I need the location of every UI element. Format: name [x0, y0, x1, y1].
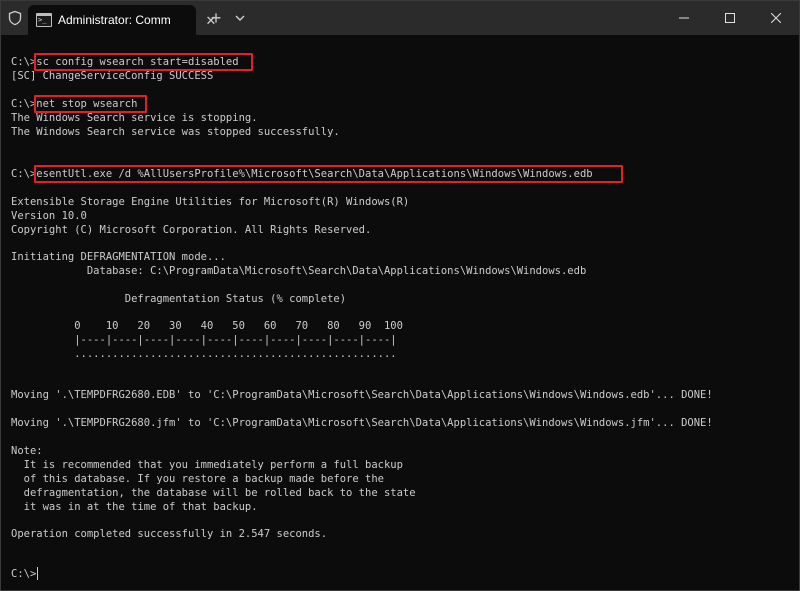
output-line: defragmentation, the database will be ro… [11, 487, 416, 499]
maximize-icon [725, 13, 735, 23]
output-line: Defragmentation Status (% complete) [11, 293, 347, 305]
output-line: It is recommended that you immediately p… [11, 459, 403, 471]
plus-icon[interactable]: + [207, 9, 225, 27]
title-bar[interactable]: Administrator: Command Pror ✕ + [1, 1, 799, 35]
output-line: The Windows Search service is stopping. [11, 112, 258, 124]
minimize-icon [679, 17, 689, 19]
output-line: Extensible Storage Engine Utilities for … [11, 196, 410, 208]
tab-title: Administrator: Command Pror [58, 13, 171, 27]
prompt-line: C:\> [11, 568, 37, 580]
output-line: Database: C:\ProgramData\Microsoft\Searc… [11, 265, 587, 277]
output-line: Moving '.\TEMPDFRG2680.EDB' to 'C:\Progr… [11, 389, 713, 401]
progress-dots: ........................................… [11, 348, 397, 360]
output-line: Note: [11, 445, 43, 457]
terminal-output[interactable]: C:\>sc config wsearch start=disabled [SC… [1, 35, 799, 590]
minimize-button[interactable] [661, 1, 707, 35]
output-line: Version 10.0 [11, 210, 87, 222]
output-line: [SC] ChangeServiceConfig SUCCESS [11, 70, 214, 82]
tab-command-prompt[interactable]: Administrator: Command Pror ✕ [28, 5, 216, 35]
output-line: Initiating DEFRAGMENTATION mode... [11, 251, 226, 263]
output-line: Copyright (C) Microsoft Corporation. All… [11, 224, 372, 236]
output-line: Operation completed successfully in 2.54… [11, 528, 328, 540]
chevron-down-icon[interactable] [233, 11, 247, 25]
output-line: Moving '.\TEMPDFRG2680.jfm' to 'C:\Progr… [11, 417, 713, 429]
close-window-button[interactable] [753, 1, 799, 35]
maximize-button[interactable] [707, 1, 753, 35]
command-prompt-icon [36, 13, 52, 27]
shield-icon [8, 10, 22, 26]
progress-scale: 0 10 20 30 40 50 60 70 80 90 100 [11, 320, 403, 332]
output-line: The Windows Search service was stopped s… [11, 126, 340, 138]
close-icon [771, 13, 781, 23]
command-highlight [34, 95, 147, 113]
text-cursor [37, 567, 38, 580]
output-line: it was in at the time of that backup. [11, 501, 258, 513]
progress-ruler: |----|----|----|----|----|----|----|----… [11, 334, 397, 346]
command-highlight [34, 53, 253, 71]
output-line: of this database. If you restore a backu… [11, 473, 384, 485]
terminal-window: Administrator: Command Pror ✕ + C:\>sc c… [0, 0, 800, 591]
command-highlight [34, 165, 623, 183]
